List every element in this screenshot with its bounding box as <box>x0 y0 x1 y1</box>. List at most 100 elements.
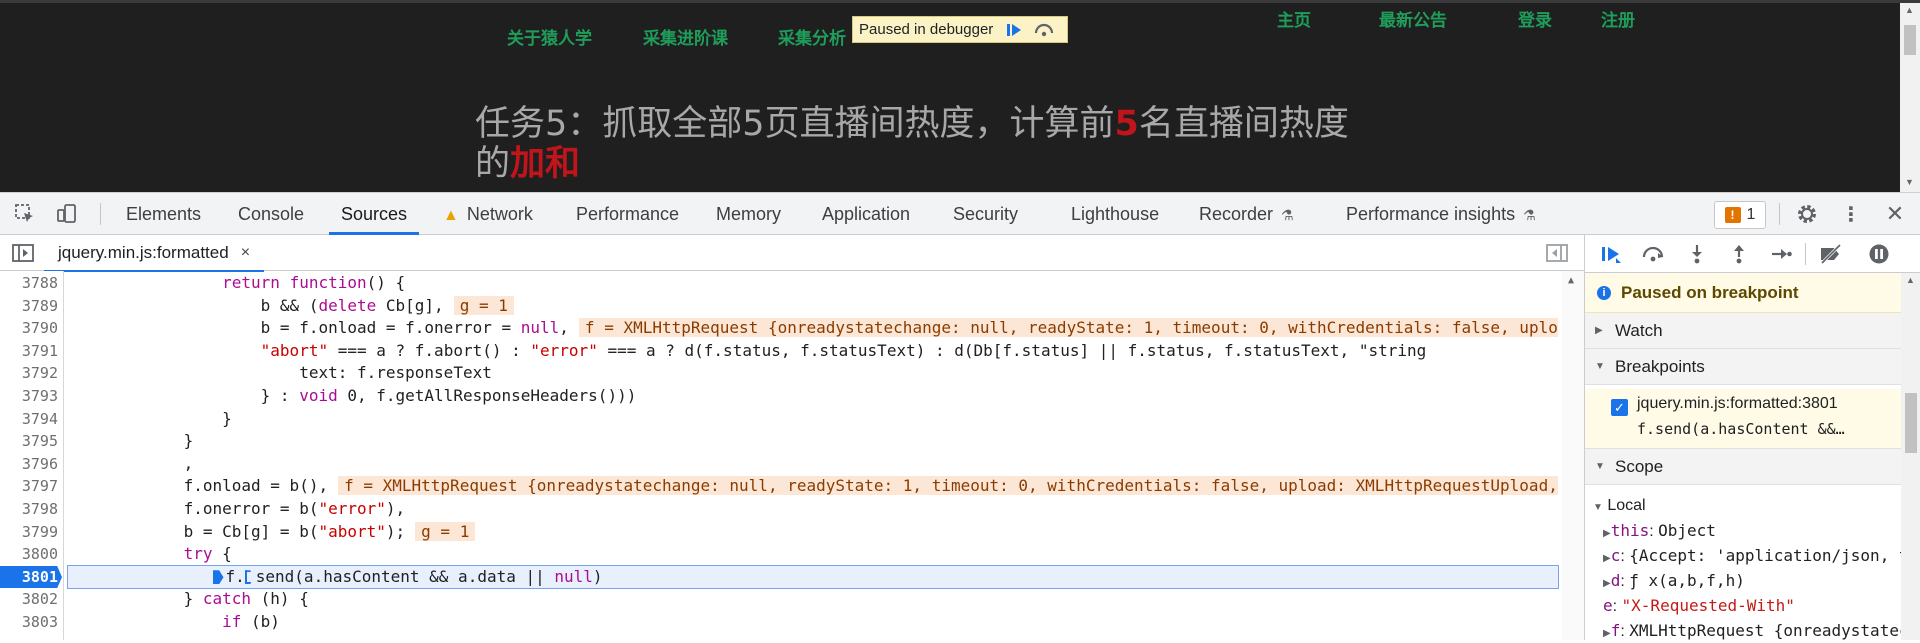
code-line[interactable]: b && (delete Cb[g], g = 1 <box>68 295 1558 318</box>
scope-variable[interactable]: ▶this: Object <box>1585 518 1901 543</box>
paused-label: Paused in debugger <box>859 21 994 38</box>
code-line[interactable]: } <box>68 408 1558 431</box>
code-line[interactable]: return function() { <box>68 272 1558 295</box>
nav-link-advanced-course[interactable]: 采集进阶课 <box>643 24 728 49</box>
line-number[interactable]: 3801 <box>0 565 62 589</box>
tab-performance-insights[interactable]: Performance insights ⚗ <box>1346 193 1536 235</box>
scope-variable[interactable]: e: "X-Requested-With" <box>1585 593 1901 618</box>
page-scrollbar-thumb[interactable] <box>1904 25 1916 55</box>
step-over-icon[interactable] <box>1639 241 1667 267</box>
code-line[interactable]: b = f.onload = f.onerror = null, f = XMLH… <box>68 317 1558 340</box>
open-file-tab[interactable]: jquery.min.js:formatted × <box>44 235 265 272</box>
code-line[interactable]: text: f.responseText <box>68 362 1558 385</box>
close-devtools-icon[interactable]: ✕ <box>1882 201 1908 227</box>
nav-link-register[interactable]: 注册 <box>1601 6 1635 31</box>
nav-link-home[interactable]: 主页 <box>1277 6 1311 31</box>
scroll-up-arrow-icon[interactable]: ▲ <box>1568 275 1574 286</box>
nav-link-announcements[interactable]: 最新公告 <box>1379 6 1447 31</box>
line-number[interactable]: 3800 <box>0 543 58 566</box>
inspect-element-icon[interactable] <box>12 201 38 227</box>
step-out-icon[interactable] <box>1725 241 1753 267</box>
code-editor[interactable]: 3788 3789 3790 3791 3792 3793 3794 3795 3796 3797… <box>0 271 1584 640</box>
tab-sources[interactable]: Sources <box>328 193 420 235</box>
line-number[interactable]: 3794 <box>0 408 58 431</box>
deactivate-breakpoints-icon[interactable] <box>1817 241 1845 267</box>
tab-lighthouse[interactable]: Lighthouse <box>1071 193 1159 235</box>
scope-variable[interactable]: ▶f: XMLHttpRequest {onreadystatechange: … <box>1585 618 1901 643</box>
scope-section-header[interactable]: ▼ Scope <box>1585 449 1901 485</box>
tab-console[interactable]: Console <box>238 193 304 235</box>
tab-memory[interactable]: Memory <box>716 193 781 235</box>
scope-variable[interactable]: ▶d: ƒ x(a,b,f,h) <box>1585 568 1901 593</box>
line-number[interactable]: 3802 <box>0 588 58 611</box>
tab-network[interactable]: ▲ Network <box>443 193 533 235</box>
scope-variable[interactable]: ▶c: {Accept: 'application/json, text/jav… <box>1585 543 1901 568</box>
code-line[interactable]: } <box>68 430 1558 453</box>
more-options-icon[interactable]: ⋮ <box>1838 201 1864 227</box>
code-line[interactable]: } : void 0, f.getAllResponseHeaders())) <box>68 385 1558 408</box>
scroll-up-arrow-icon[interactable]: ▲ <box>1905 5 1914 15</box>
nav-link-analysis[interactable]: 采集分析 <box>778 24 846 49</box>
scroll-up-arrow-icon[interactable]: ▲ <box>1906 275 1915 285</box>
close-file-tab-icon[interactable]: × <box>241 244 250 262</box>
line-number[interactable]: 3793 <box>0 385 58 408</box>
line-number[interactable]: 3789 <box>0 295 58 318</box>
device-toolbar-icon[interactable] <box>54 201 80 227</box>
line-number-gutter[interactable]: 3788 3789 3790 3791 3792 3793 3794 3795 3796 3797… <box>0 271 64 640</box>
scroll-down-arrow-icon[interactable]: ▼ <box>1905 177 1914 187</box>
line-number[interactable]: 3788 <box>0 272 58 295</box>
tab-recorder[interactable]: Recorder ⚗ <box>1199 193 1294 235</box>
line-number[interactable]: 3792 <box>0 362 58 385</box>
line-number[interactable]: 3803 <box>0 611 58 634</box>
breakpoint-location[interactable]: jquery.min.js:formatted:3801 <box>1637 395 1838 413</box>
scope-variable-name: f <box>1610 621 1621 640</box>
breakpoint-checkbox[interactable]: ✓ <box>1611 399 1628 416</box>
scope-local-header[interactable]: ▼ Local <box>1585 493 1901 518</box>
breakpoint-marker-icon[interactable] <box>212 570 224 585</box>
resume-icon[interactable] <box>1003 20 1025 40</box>
line-number[interactable]: 3797 <box>0 475 58 498</box>
settings-gear-icon[interactable] <box>1794 201 1820 227</box>
code-line[interactable]: , <box>68 453 1558 476</box>
collapse-triangle-icon: ▼ <box>1595 361 1605 372</box>
inline-breakpoint-icon[interactable] <box>244 570 254 585</box>
inline-variable-value: g = 1 <box>453 295 514 315</box>
code-line[interactable]: try { <box>68 543 1558 566</box>
tab-application[interactable]: Application <box>822 193 910 235</box>
sidebar-scrollbar-thumb[interactable] <box>1905 393 1917 453</box>
code-line[interactable]: "abort" === a ? f.abort() : "error" === … <box>68 340 1558 363</box>
toggle-debugger-sidebar-icon[interactable] <box>1544 240 1570 266</box>
toggle-navigator-icon[interactable] <box>10 240 36 266</box>
nav-link-login[interactable]: 登录 <box>1518 6 1552 31</box>
line-number[interactable]: 3798 <box>0 498 58 521</box>
sidebar-scrollbar[interactable]: ▲ <box>1901 273 1920 640</box>
code-line[interactable]: if (b) <box>68 611 1558 634</box>
nav-link-about[interactable]: 关于猿人学 <box>507 24 592 49</box>
code-line[interactable]: f.onerror = b("error"), <box>68 498 1558 521</box>
code-line[interactable]: b = Cb[g] = b("abort"); g = 1 <box>68 521 1558 544</box>
line-number[interactable]: 3791 <box>0 340 58 363</box>
tab-security[interactable]: Security <box>953 193 1018 235</box>
issues-counter-button[interactable]: ! 1 <box>1714 201 1766 229</box>
step-into-icon[interactable] <box>1683 241 1711 267</box>
scope-variable-name: d <box>1610 571 1621 590</box>
breakpoints-section-header[interactable]: ▼ Breakpoints <box>1585 349 1901 385</box>
expand-triangle-icon: ▶ <box>1603 528 1611 539</box>
step-icon[interactable] <box>1767 241 1795 267</box>
breakpoint-item[interactable]: ✓ jquery.min.js:formatted:3801 f.send(a.… <box>1585 389 1901 449</box>
code-line[interactable]: } catch (h) { <box>68 588 1558 611</box>
editor-scrollbar[interactable]: ▲ <box>1562 271 1584 640</box>
tab-performance[interactable]: Performance <box>576 193 679 235</box>
pause-on-exceptions-icon[interactable] <box>1865 241 1893 267</box>
current-execution-line[interactable]: f. send(a.hasContent && a.data || null) <box>67 564 1559 590</box>
line-number[interactable]: 3799 <box>0 521 58 544</box>
watch-section-header[interactable]: ▶ Watch <box>1585 313 1901 349</box>
resume-script-icon[interactable] <box>1597 241 1625 267</box>
line-number[interactable]: 3795 <box>0 430 58 453</box>
code-line[interactable]: f.onload = b(), f = XMLHttpRequest {onrea… <box>68 475 1558 498</box>
tab-elements[interactable]: Elements <box>126 193 201 235</box>
line-number[interactable]: 3796 <box>0 453 58 476</box>
line-number[interactable]: 3790 <box>0 317 58 340</box>
step-over-icon[interactable] <box>1033 20 1055 40</box>
page-scrollbar[interactable]: ▲ ▼ <box>1900 3 1920 192</box>
